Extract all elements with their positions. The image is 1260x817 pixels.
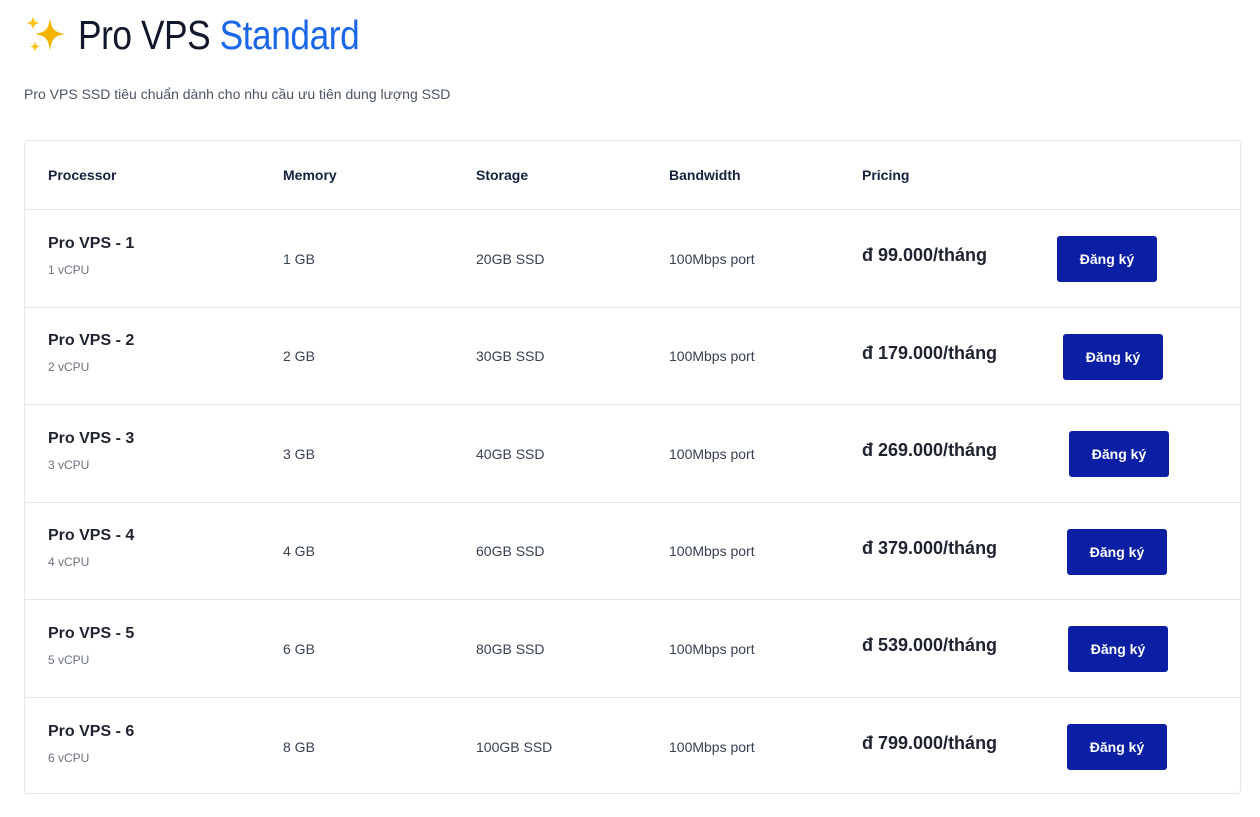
storage-value: 60GB SSD — [476, 543, 545, 559]
plan-cell: Pro VPS - 4 4 vCPU — [48, 503, 134, 599]
price-cell: đ 539.000/tháng — [862, 600, 997, 697]
plan-cell: Pro VPS - 3 3 vCPU — [48, 405, 134, 502]
page-title-main: Pro VPS — [78, 11, 220, 58]
price-value: đ 799.000/tháng — [862, 733, 998, 753]
memory-value: 3 GB — [283, 445, 315, 462]
memory-value: 1 GB — [283, 250, 315, 267]
plan-cell: Pro VPS - 2 2 vCPU — [48, 308, 134, 404]
plan-cpu: 3 vCPU — [48, 457, 90, 472]
plan-cpu: 6 vCPU — [48, 750, 90, 765]
page-title-accent: Standard — [219, 11, 360, 58]
bandwidth-value: 100Mbps port — [669, 445, 755, 462]
price-value: đ 99.000/tháng — [862, 245, 988, 265]
header-bandwidth: Bandwidth — [669, 167, 741, 183]
plan-cell: Pro VPS - 1 1 vCPU — [48, 210, 134, 307]
price-value: đ 269.000/tháng — [862, 440, 998, 460]
price-value: đ 379.000/tháng — [862, 537, 998, 558]
bandwidth-value: 100Mbps port — [669, 250, 755, 267]
price-value: đ 179.000/tháng — [862, 342, 998, 363]
table-row: Pro VPS - 2 2 vCPU 2 GB 30GB SSD 100Mbps por… — [25, 308, 1240, 405]
page-header: Pro VPS Standard — [24, 10, 405, 60]
table-row: Pro VPS - 3 3 vCPU 3 GB 40GB SSD 100Mbps por… — [25, 405, 1240, 503]
memory-value: 4 GB — [283, 543, 315, 559]
price-cell: đ 179.000/tháng — [862, 308, 997, 404]
storage-value: 20GB SSD — [476, 250, 545, 267]
table-row: Pro VPS - 4 4 vCPU 4 GB 60GB SSD 100Mbps por… — [25, 503, 1240, 600]
price-value: đ 539.000/tháng — [862, 635, 998, 655]
price-cell: đ 99.000/tháng — [862, 210, 987, 307]
plan-name: Pro VPS - 3 — [48, 429, 135, 447]
header-processor: Processor — [48, 167, 117, 183]
storage-value: 80GB SSD — [476, 640, 545, 657]
price-cell: đ 379.000/tháng — [862, 503, 997, 599]
memory-value: 8 GB — [283, 738, 315, 755]
plan-cpu: 2 vCPU — [48, 360, 90, 374]
header-memory: Memory — [283, 167, 337, 183]
plan-cell: Pro VPS - 6 6 vCPU — [48, 698, 134, 795]
plan-cpu: 4 vCPU — [48, 555, 90, 569]
storage-value: 100GB SSD — [476, 738, 553, 755]
plan-cell: Pro VPS - 5 5 vCPU — [48, 600, 134, 697]
bandwidth-value: 100Mbps port — [669, 640, 755, 657]
register-button[interactable]: Đăng ký — [1067, 529, 1167, 575]
plan-name: Pro VPS - 6 — [48, 722, 135, 740]
memory-value: 6 GB — [283, 640, 315, 657]
bandwidth-value: 100Mbps port — [669, 543, 755, 559]
table-row: Pro VPS - 5 5 vCPU 6 GB 80GB SSD 100Mbps por… — [25, 600, 1240, 698]
plan-name: Pro VPS - 1 — [48, 234, 135, 252]
price-cell: đ 799.000/tháng — [862, 698, 997, 795]
plan-name: Pro VPS - 5 — [48, 624, 135, 642]
table-row: Pro VPS - 6 6 vCPU 8 GB 100GB SSD 100Mbps po… — [25, 698, 1240, 795]
table-header-row: Processor Memory Storage Bandwidth Prici… — [25, 141, 1240, 210]
page-subtitle: Pro VPS SSD tiêu chuẩn dành cho nhu cầu … — [24, 86, 451, 102]
header-pricing: Pricing — [862, 167, 910, 183]
register-button[interactable]: Đăng ký — [1063, 334, 1163, 380]
plan-cpu: 1 vCPU — [48, 262, 90, 277]
register-button[interactable]: Đăng ký — [1069, 431, 1169, 477]
sparkle-icon — [26, 16, 65, 52]
price-cell: đ 269.000/tháng — [862, 405, 997, 502]
register-button[interactable]: Đăng ký — [1068, 626, 1168, 672]
bandwidth-value: 100Mbps port — [669, 738, 755, 755]
register-button[interactable]: Đăng ký — [1067, 724, 1167, 770]
plan-name: Pro VPS - 4 — [48, 527, 135, 544]
storage-value: 40GB SSD — [476, 445, 545, 462]
register-button[interactable]: Đăng ký — [1057, 236, 1157, 282]
plan-name: Pro VPS - 2 — [48, 332, 135, 349]
bandwidth-value: 100Mbps port — [669, 348, 755, 364]
pricing-table: Processor Memory Storage Bandwidth Prici… — [24, 140, 1241, 794]
storage-value: 30GB SSD — [476, 348, 545, 364]
header-storage: Storage — [476, 167, 529, 183]
table-row: Pro VPS - 1 1 vCPU 1 GB 20GB SSD 100Mbps por… — [25, 210, 1240, 308]
memory-value: 2 GB — [283, 348, 315, 364]
page-title: Pro VPS Standard — [78, 11, 360, 59]
plan-cpu: 5 vCPU — [48, 652, 90, 667]
